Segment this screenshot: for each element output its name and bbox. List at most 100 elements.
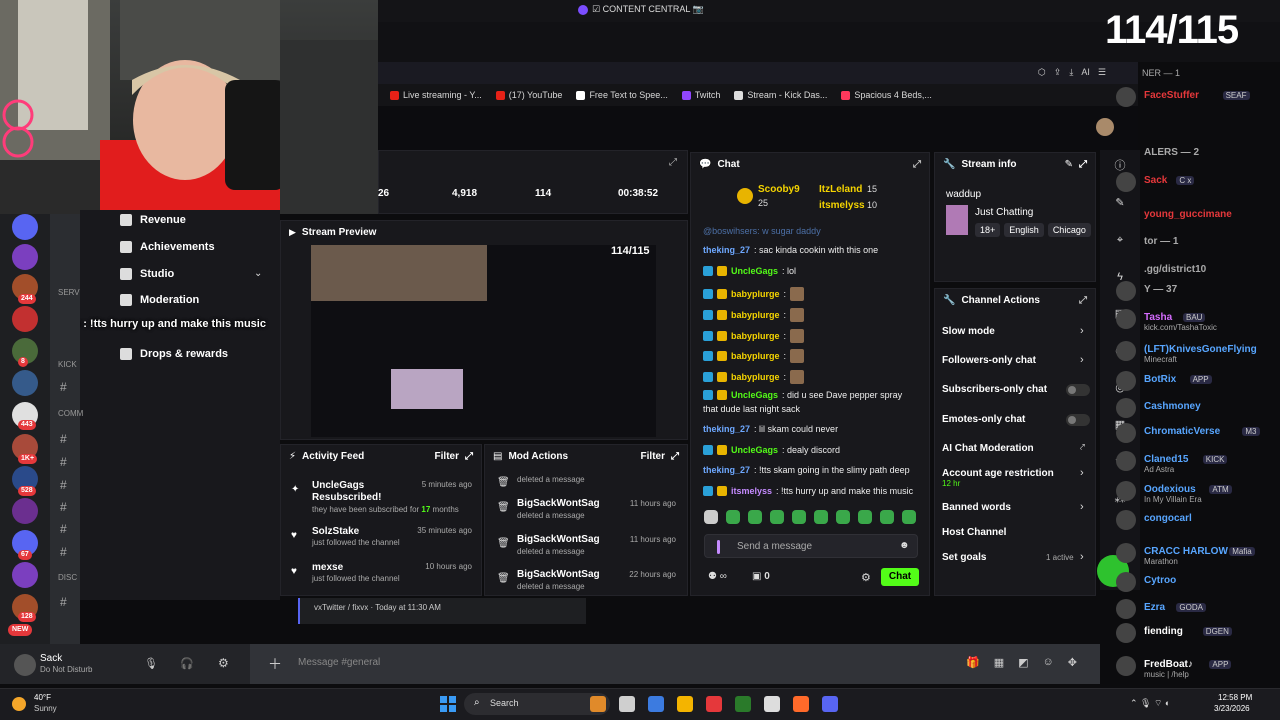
activity-user[interactable]: mexse [312, 562, 343, 573]
avatar[interactable] [1096, 118, 1114, 136]
emote-picker-icon[interactable] [792, 510, 806, 524]
expand-icon[interactable]: ⤢ [1079, 295, 1087, 306]
activity-user[interactable]: UncleGags [312, 480, 364, 491]
weather-temp[interactable]: 40°F [34, 693, 51, 702]
mod-filter-button[interactable]: Filter [641, 451, 665, 462]
avatar[interactable] [1116, 309, 1136, 329]
top-gifter-name[interactable]: Scooby9 [758, 184, 800, 195]
clock-time[interactable]: 12:58 PM [1218, 693, 1252, 702]
chevron-right-icon[interactable]: › [1080, 551, 1084, 563]
bookmark-4[interactable]: Stream - Kick Das... [734, 90, 827, 100]
menu-icon[interactable]: ☰ [1098, 67, 1106, 78]
kick-menu-item-achievements[interactable]: Achievements [120, 241, 215, 253]
mod-action-user[interactable]: BigSackWontSag [517, 534, 600, 545]
edit-icon[interactable]: ✎ [1065, 159, 1073, 170]
chat-username[interactable]: babyplurge [731, 310, 780, 320]
avatar[interactable] [1116, 398, 1136, 418]
avatar[interactable] [1116, 481, 1136, 501]
stream-tag[interactable]: 18+ [975, 223, 1001, 237]
chevron-down-icon[interactable]: ⌄ [254, 268, 262, 279]
channel-action-account-age-restriction[interactable]: Account age restriction [942, 468, 1054, 479]
avatar[interactable] [1116, 510, 1136, 530]
chevron-right-icon[interactable]: › [1080, 501, 1084, 513]
emote-picker-icon[interactable] [836, 510, 850, 524]
member-name[interactable]: Y — 37 [1144, 284, 1177, 295]
taskbar-app-icon[interactable] [793, 696, 809, 712]
taskbar-app-icon[interactable] [822, 696, 838, 712]
member-name[interactable]: Cytroo [1144, 575, 1176, 586]
emote-picker-icon[interactable] [858, 510, 872, 524]
avatar[interactable] [1116, 451, 1136, 471]
emoji-icon[interactable]: ☻ [899, 540, 910, 551]
member-name[interactable]: ALERS — 2 [1144, 147, 1199, 158]
channel-action-slow-mode[interactable]: Slow mode [942, 326, 995, 337]
server-icon[interactable] [12, 244, 38, 270]
activity-user[interactable]: SolzStake [312, 526, 359, 537]
chat-username[interactable]: UncleGags [731, 266, 778, 276]
taskbar-app-icon[interactable] [764, 696, 780, 712]
chat-username[interactable]: babyplurge [731, 351, 780, 361]
kick-menu-item-revenue[interactable]: Revenue [120, 214, 186, 226]
top-gifter-name[interactable]: ItzLeland [819, 184, 862, 195]
avatar[interactable] [1116, 656, 1136, 676]
chevron-right-icon[interactable]: › [1080, 354, 1084, 366]
chat-username[interactable]: theking_27 [703, 465, 750, 475]
server-icon[interactable] [12, 214, 38, 240]
bookmark-2[interactable]: Free Text to Spee... [576, 90, 668, 100]
mod-action-user[interactable]: BigSackWontSag [517, 498, 600, 509]
stream-tag[interactable]: English [1004, 223, 1044, 237]
taskbar-app-icon[interactable] [648, 696, 664, 712]
gear-icon[interactable]: ⚙ [861, 571, 871, 584]
channel-action-ai-chat-moderation[interactable]: AI Chat Moderation [942, 443, 1034, 454]
gift-icon[interactable]: 🎁 [966, 656, 980, 669]
expand-icon[interactable]: ⤢ [913, 159, 921, 170]
member-name[interactable]: BotRix [1144, 374, 1176, 385]
member-name[interactable]: CRACC HARLOW [1144, 546, 1228, 557]
microphone-icon[interactable]: 🎙 [144, 657, 158, 670]
pencil-icon[interactable]: ✎ [1112, 195, 1128, 211]
emote-picker-icon[interactable] [704, 510, 718, 524]
sticker-icon[interactable]: ◩ [1018, 656, 1028, 669]
chevron-right-icon[interactable]: › [1080, 467, 1084, 479]
extension-icon[interactable]: ⬡ [1038, 67, 1046, 78]
member-name[interactable]: Oodexious [1144, 484, 1196, 495]
channel-action-set-goals[interactable]: Set goals [942, 552, 986, 563]
expand-icon[interactable]: ⤢ [465, 451, 473, 462]
content-central-tab[interactable]: ☑ CONTENT CENTRAL 📷 [578, 4, 704, 15]
bookmark-5[interactable]: Spacious 4 Beds,... [841, 90, 932, 100]
share-icon[interactable]: ⇪ [1054, 67, 1062, 78]
expand-icon[interactable]: ⤢ [671, 451, 679, 462]
discord-composer[interactable]: ＋ Message #general 🎁 ▦ ◩ ☺ ✥ [250, 644, 1100, 684]
member-name[interactable]: fiending [1144, 626, 1183, 637]
apps-icon[interactable]: ✥ [1068, 656, 1077, 669]
server-icon[interactable] [12, 370, 38, 396]
bookmark-0[interactable]: Live streaming - Y... [390, 90, 482, 100]
hash-icon[interactable]: # [60, 500, 67, 514]
member-name[interactable]: Ezra [1144, 602, 1165, 613]
avatar[interactable] [1116, 341, 1136, 361]
chat-input[interactable]: Send a message ☻ [704, 534, 918, 558]
taskbar-app-icon[interactable] [677, 696, 693, 712]
channel-action-emotes-only-chat[interactable]: Emotes-only chat [942, 414, 1025, 425]
emote-picker-icon[interactable] [902, 510, 916, 524]
hash-icon[interactable]: # [60, 595, 67, 609]
hash-icon[interactable]: # [60, 545, 67, 559]
member-name[interactable]: Claned15 [1144, 454, 1188, 465]
member-name[interactable]: Tasha [1144, 312, 1172, 323]
member-name[interactable]: young_guccimane [1144, 209, 1232, 220]
member-name[interactable]: ChromaticVerse [1144, 426, 1220, 437]
hash-icon[interactable]: # [60, 432, 67, 446]
avatar[interactable] [1116, 87, 1136, 107]
channel-action-host-channel[interactable]: Host Channel [942, 527, 1006, 538]
emote-picker-icon[interactable] [880, 510, 894, 524]
server-icon[interactable] [12, 562, 38, 588]
server-icon[interactable] [12, 498, 38, 524]
chat-username[interactable]: babyplurge [731, 289, 780, 299]
avatar[interactable] [1116, 172, 1136, 192]
gear-icon[interactable]: ⚙ [218, 656, 229, 670]
mod-action-user[interactable]: BigSackWontSag [517, 569, 600, 580]
member-name[interactable]: congocarl [1144, 513, 1192, 524]
download-icon[interactable]: ⤓ [1069, 67, 1073, 78]
kick-menu-item-moderation[interactable]: Moderation [120, 294, 199, 306]
emote-picker-icon[interactable] [748, 510, 762, 524]
